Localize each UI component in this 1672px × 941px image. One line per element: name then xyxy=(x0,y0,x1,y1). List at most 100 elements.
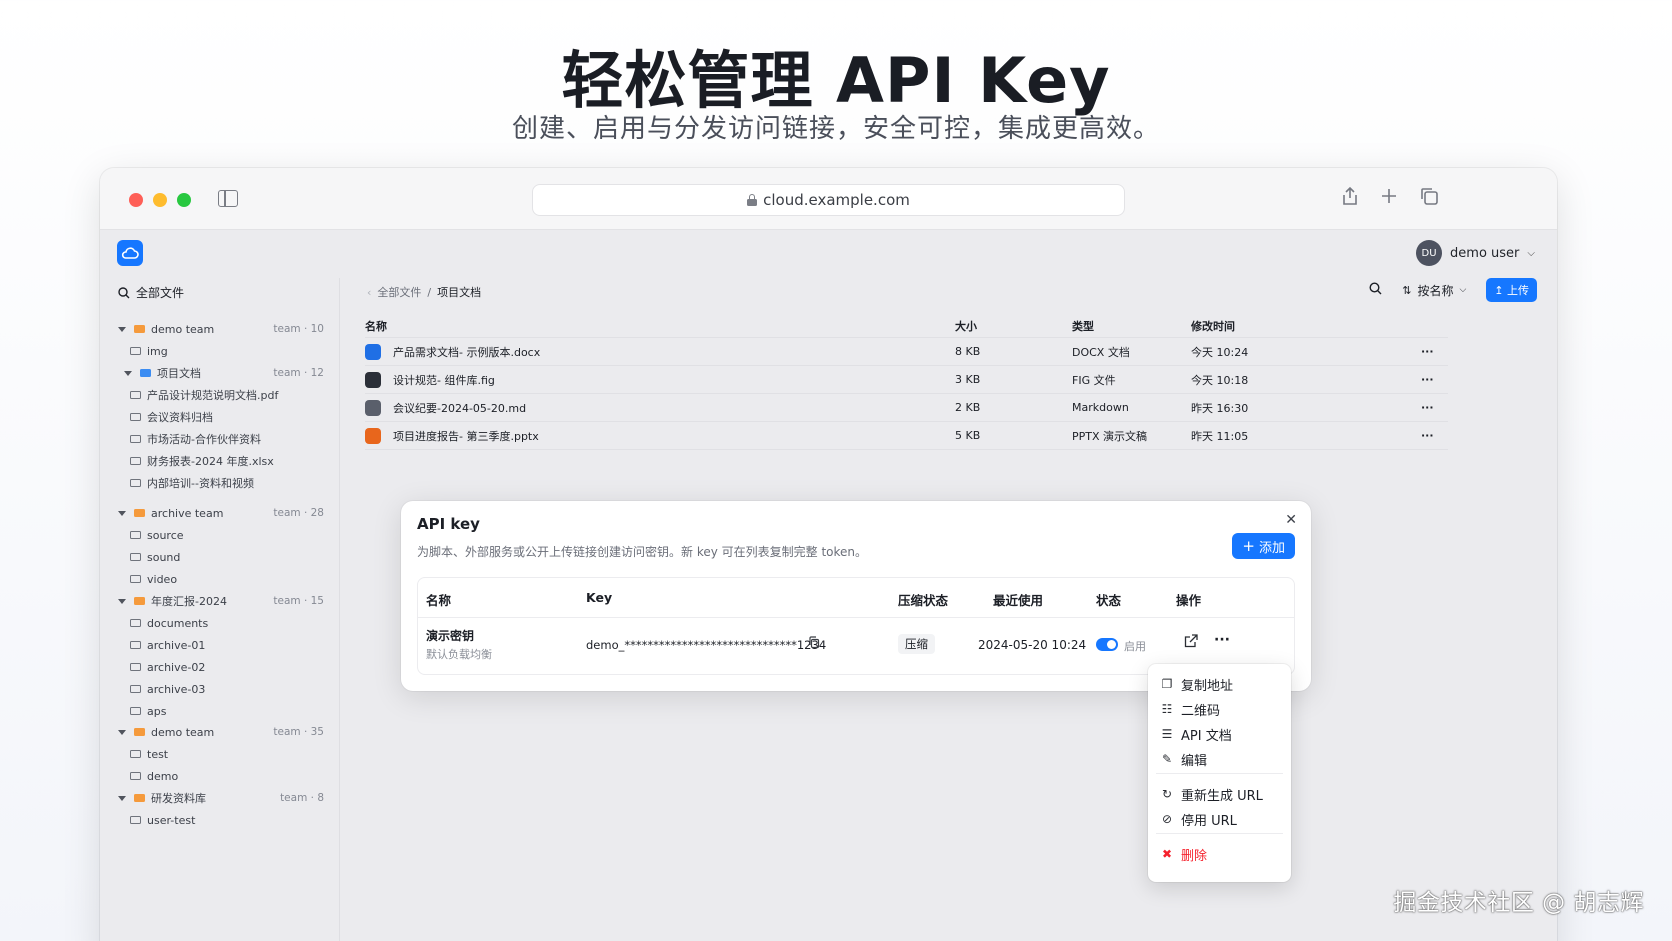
close-window-button[interactable] xyxy=(129,193,143,207)
file-row[interactable]: 设计规范- 组件库.fig 3 KB FIG 文件 今天 10:18 ··· xyxy=(365,366,1448,394)
add-label: 添加 xyxy=(1258,540,1285,556)
folder-icon xyxy=(130,531,141,539)
share-icon[interactable] xyxy=(1337,186,1363,212)
tree-group[interactable]: 研发资料库 team · 8 xyxy=(100,787,340,809)
search-icon xyxy=(118,286,130,298)
tree-group[interactable]: demo team team · 35 xyxy=(100,721,340,743)
tree-item[interactable]: 产品设计规范说明文档.pdf xyxy=(100,384,340,406)
menu-item[interactable]: ☷ 二维码 xyxy=(1160,697,1220,721)
menu-item[interactable]: ✎ 编辑 xyxy=(1160,747,1207,771)
caret-down-icon[interactable] xyxy=(118,510,126,516)
caret-down-icon[interactable] xyxy=(118,326,126,332)
menu-item[interactable]: ❐ 复制地址 xyxy=(1160,672,1233,696)
sort-button[interactable]: ⇅ 按名称 ⌵ xyxy=(1402,282,1466,299)
more-icon[interactable]: ··· xyxy=(1421,401,1434,414)
address-bar[interactable]: cloud.example.com xyxy=(532,184,1125,216)
menu-item[interactable]: ✖ 删除 xyxy=(1160,842,1207,866)
cloud-logo-icon[interactable] xyxy=(117,240,143,266)
link-off-icon: ⊘ xyxy=(1161,812,1173,826)
menu-item[interactable]: ⊘ 停用 URL xyxy=(1160,807,1237,831)
file-row[interactable]: 会议纪要-2024-05-20.md 2 KB Markdown 昨天 16:30 ··… xyxy=(365,394,1448,422)
tree-item[interactable]: archive-01 xyxy=(100,634,340,656)
close-icon[interactable]: ✕ xyxy=(1285,512,1297,528)
col-status: 状态 xyxy=(1096,593,1122,608)
menu-item[interactable]: ☰ API 文档 xyxy=(1160,722,1232,746)
url-text: cloud.example.com xyxy=(763,191,910,209)
tree-item[interactable]: 市场活动-合作伙伴资料 xyxy=(100,428,340,450)
tree-item[interactable]: 内部培训--资料和视频 xyxy=(100,472,340,494)
col-type[interactable]: 类型 xyxy=(1072,318,1094,334)
folder-icon xyxy=(130,391,141,399)
refresh-icon: ↻ xyxy=(1161,787,1173,801)
more-icon[interactable]: ··· xyxy=(1421,345,1434,358)
tree-item[interactable]: archive-02 xyxy=(100,656,340,678)
menu-item[interactable]: ↻ 重新生成 URL xyxy=(1160,782,1263,806)
col-size[interactable]: 大小 xyxy=(955,318,977,334)
maximize-window-button[interactable] xyxy=(177,193,191,207)
file-icon xyxy=(365,372,381,388)
tree-item[interactable]: sound xyxy=(100,546,340,568)
tree-item[interactable]: user-test xyxy=(100,809,340,831)
lock-icon xyxy=(747,194,758,206)
hero-title: 轻松管理 API Key xyxy=(561,44,1111,117)
folder-icon xyxy=(130,479,141,487)
back-icon[interactable]: ‹ xyxy=(367,286,371,299)
copy-icon[interactable] xyxy=(808,636,820,652)
tree-item[interactable]: aps xyxy=(100,700,340,722)
menu-item-label: 重新生成 URL xyxy=(1181,788,1263,804)
search-icon[interactable] xyxy=(1369,282,1382,298)
file-size: 8 KB xyxy=(955,345,981,358)
tree-label: 内部培训--资料和视频 xyxy=(147,477,254,490)
user-menu[interactable]: DU demo user ⌵ xyxy=(1416,240,1535,266)
all-files-link[interactable]: 全部文件 xyxy=(118,284,184,301)
file-size: 5 KB xyxy=(955,429,981,442)
api-key-table: 名称 Key 压缩状态 最近使用 状态 操作 演示密钥 默认负载均衡 demo_… xyxy=(417,577,1295,675)
key-sub: 默认负载均衡 xyxy=(426,648,492,661)
add-key-button[interactable]: + 添加 xyxy=(1232,533,1295,559)
caret-down-icon[interactable] xyxy=(118,598,126,604)
tree-group[interactable]: 年度汇报-2024 team · 15 xyxy=(100,590,340,612)
minimize-window-button[interactable] xyxy=(153,193,167,207)
file-table: 名称 大小 类型 修改时间 产品需求文档- 示例版本.docx 8 KB DOCX … xyxy=(365,314,1448,450)
sidebar-icon[interactable] xyxy=(218,190,238,207)
caret-down-icon[interactable] xyxy=(118,729,126,735)
tree-item[interactable]: demo xyxy=(100,765,340,787)
menu-item-label: 二维码 xyxy=(1181,703,1221,719)
col-modified[interactable]: 修改时间 xyxy=(1191,318,1235,334)
caret-down-icon[interactable] xyxy=(124,370,132,376)
caret-down-icon[interactable] xyxy=(118,795,126,801)
tabs-icon[interactable] xyxy=(1416,186,1442,212)
file-modified: 今天 10:24 xyxy=(1191,345,1249,359)
folder-icon xyxy=(134,509,145,517)
external-link-icon[interactable] xyxy=(1184,634,1198,651)
breadcrumb-root[interactable]: 全部文件 xyxy=(377,284,421,300)
tree-label: 财务报表-2024 年度.xlsx xyxy=(147,455,274,468)
chevron-down-icon: ⌵ xyxy=(1459,285,1467,295)
tree-label: demo xyxy=(147,769,179,783)
tree-group[interactable]: 项目文档 team · 12 xyxy=(100,362,340,384)
tree-item[interactable]: 财务报表-2024 年度.xlsx xyxy=(100,450,340,472)
tree-item[interactable]: img xyxy=(100,340,340,362)
tree-label: 产品设计规范说明文档.pdf xyxy=(147,389,279,402)
tree-label: archive team xyxy=(151,506,224,520)
more-icon[interactable]: ··· xyxy=(1421,429,1434,442)
tree-item[interactable]: 会议资料归档 xyxy=(100,406,340,428)
tree-item[interactable]: video xyxy=(100,568,340,590)
upload-icon: ↥ xyxy=(1494,284,1504,297)
upload-button[interactable]: ↥ 上传 xyxy=(1486,278,1537,302)
file-row[interactable]: 产品需求文档- 示例版本.docx 8 KB DOCX 文档 今天 10:24 ··· xyxy=(365,338,1448,366)
tree-group[interactable]: demo team team · 10 xyxy=(100,318,340,340)
status-toggle[interactable] xyxy=(1096,638,1118,651)
tree-item[interactable]: test xyxy=(100,743,340,765)
file-row[interactable]: 项目进度报告- 第三季度.pptx 5 KB PPTX 演示文稿 昨天 11:05 ··… xyxy=(365,422,1448,450)
col-name[interactable]: 名称 xyxy=(365,318,387,334)
tree-item[interactable]: source xyxy=(100,524,340,546)
tree-item[interactable]: documents xyxy=(100,612,340,634)
tree-group[interactable]: archive team team · 28 xyxy=(100,502,340,524)
plus-icon[interactable] xyxy=(1376,186,1402,212)
tree-item[interactable]: archive-03 xyxy=(100,678,340,700)
more-icon[interactable]: ··· xyxy=(1214,632,1230,648)
folder-icon xyxy=(130,457,141,465)
row-action-menu: ❐ 复制地址 ☷ 二维码 ☰ API 文档 ✎ 编辑 ↻ 重新生成 URL ⊘ 停用 URL ✖ 删除 xyxy=(1148,664,1291,882)
more-icon[interactable]: ··· xyxy=(1421,373,1434,386)
